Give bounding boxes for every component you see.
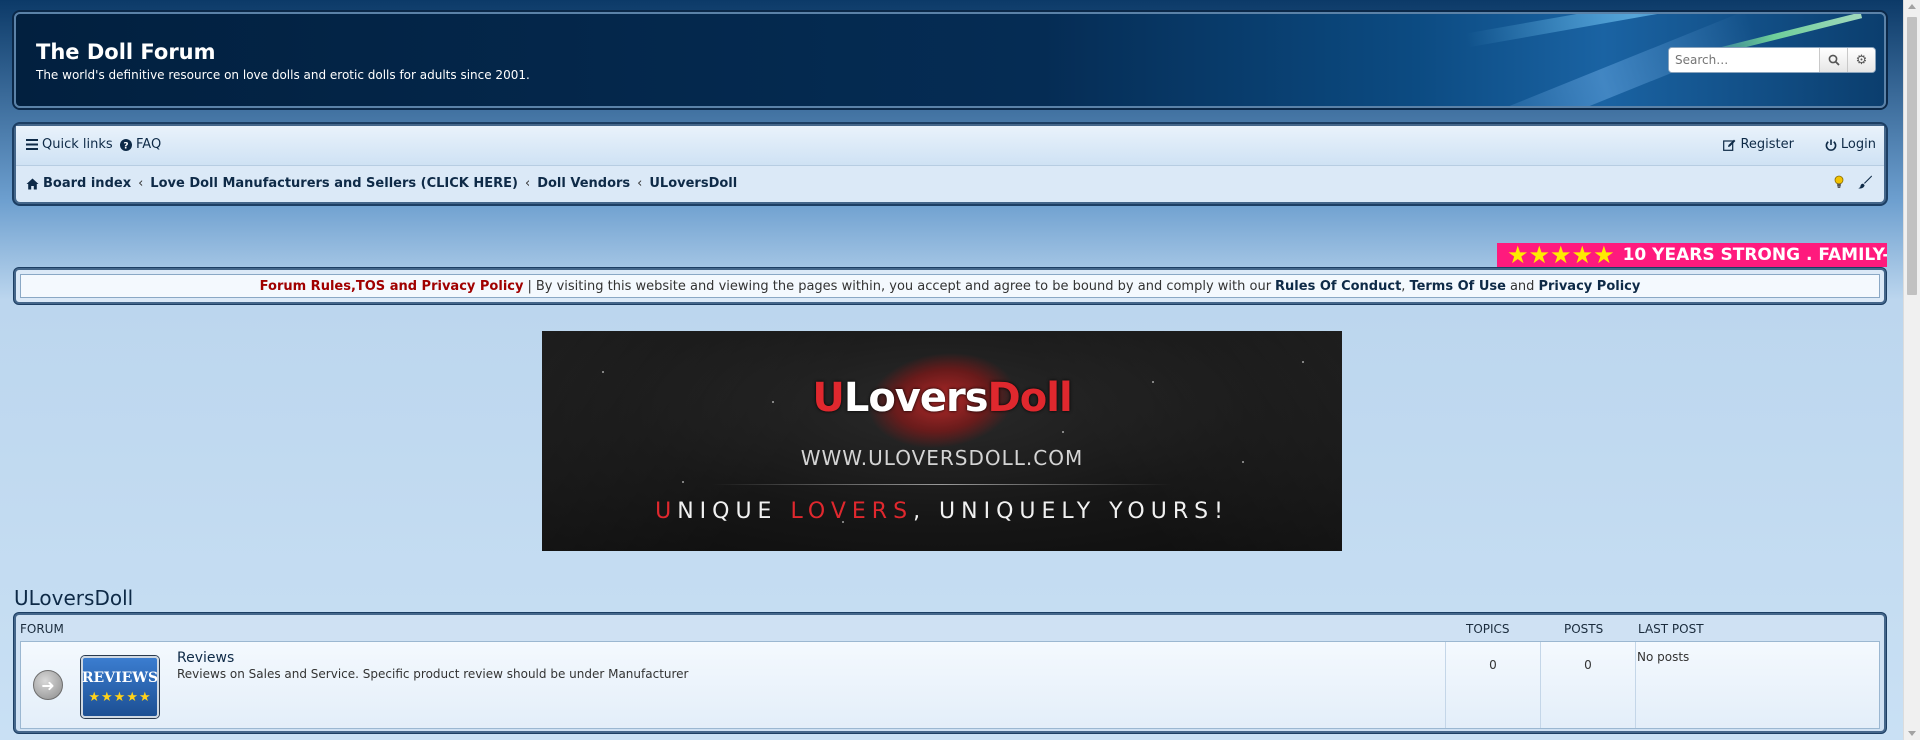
breadcrumb-separator: ‹ <box>637 176 643 191</box>
topics-count: 0 <box>1489 658 1497 672</box>
search-icon <box>1828 54 1840 66</box>
slogan-part: LOVERS <box>790 499 914 524</box>
privacy-policy-link[interactable]: Privacy Policy <box>1538 279 1640 294</box>
gear-icon: ⚙ <box>1855 52 1868 68</box>
site-header: The Doll Forum The world's definitive re… <box>14 12 1886 108</box>
svg-text:?: ? <box>123 141 128 151</box>
last-post-info: No posts <box>1637 650 1690 664</box>
column-divider <box>1445 642 1446 728</box>
rules-comma: , <box>1401 278 1406 294</box>
search-input[interactable] <box>1669 48 1819 72</box>
quick-links-label: Quick links <box>42 137 113 152</box>
style-switch-button[interactable] <box>1858 175 1872 189</box>
login-link[interactable]: Login <box>1825 137 1876 152</box>
brand-part: Doll <box>987 375 1073 421</box>
terms-of-use-link[interactable]: Terms Of Use <box>1409 279 1506 294</box>
header-topics: Topics <box>1466 622 1510 636</box>
rules-notice: Forum Rules,TOS and Privacy Policy | By … <box>14 268 1886 304</box>
faq-link[interactable]: ? FAQ <box>120 137 161 152</box>
lightbulb-icon <box>1834 175 1844 188</box>
banner-divider <box>712 484 1172 485</box>
banner-decoration <box>1062 431 1064 433</box>
login-label: Login <box>1840 137 1876 152</box>
search-box: ⚙ <box>1668 47 1876 73</box>
column-divider <box>1635 642 1636 728</box>
register-label: Register <box>1740 137 1794 152</box>
search-button[interactable] <box>1819 48 1847 72</box>
breadcrumb-row: Board index ‹ Love Doll Manufacturers an… <box>16 166 1884 202</box>
banner-url: WWW.ULOVERSDOLL.COM <box>800 446 1084 470</box>
breadcrumb: Board index ‹ Love Doll Manufacturers an… <box>26 176 737 191</box>
breadcrumb-manufacturers[interactable]: Love Doll Manufacturers and Sellers (CLI… <box>150 176 518 191</box>
power-icon <box>1825 139 1837 151</box>
rules-text: By visiting this website and viewing the… <box>535 278 1272 294</box>
slogan-part: NIQUE <box>677 499 791 524</box>
nav-links-row: Quick links ? FAQ Register Login <box>16 126 1884 166</box>
slogan-part: , UNIQUELY YOURS! <box>913 499 1229 524</box>
marquee-text: 10 YEARS STRONG . FAMILY- <box>1622 245 1887 265</box>
banner-decoration <box>602 371 604 373</box>
banner-decoration <box>682 481 684 483</box>
header-posts: Posts <box>1564 622 1604 636</box>
header-forum: Forum <box>20 622 64 636</box>
faq-label: FAQ <box>136 137 162 152</box>
rules-of-conduct-link[interactable]: Rules Of Conduct <box>1275 279 1401 294</box>
paintbrush-icon <box>1858 175 1872 189</box>
star-rating-icon: ★★★★★ <box>88 689 152 705</box>
banner-slogan: UNIQUE LOVERS, UNIQUELY YOURS! <box>542 499 1342 524</box>
forum-section-title[interactable]: ULoversDoll <box>14 586 133 610</box>
slogan-part: U <box>655 499 678 524</box>
rules-notice-inner: Forum Rules,TOS and Privacy Policy | By … <box>20 274 1880 298</box>
column-divider <box>1540 642 1541 728</box>
question-icon: ? <box>120 138 132 151</box>
rules-divider: | <box>527 278 532 294</box>
scroll-down-icon[interactable] <box>1908 731 1916 736</box>
breadcrumb-separator: ‹ <box>138 176 144 191</box>
banner-brand: ULoversDoll <box>542 375 1342 421</box>
quick-links-menu[interactable]: Quick links <box>26 137 113 152</box>
breadcrumb-board-index[interactable]: Board index <box>43 176 131 191</box>
star-rating-icon: ★★★★★ <box>1507 243 1615 267</box>
site-title[interactable]: The Doll Forum <box>36 40 216 64</box>
breadcrumb-uloversdoll[interactable]: ULoversDoll <box>649 176 737 191</box>
lightbulb-button[interactable] <box>1834 175 1844 189</box>
reviews-image-label: REVIEWS <box>81 669 159 686</box>
reviews-forum-image: REVIEWS ★★★★★ <box>81 656 159 718</box>
forum-description: Reviews on Sales and Service. Specific p… <box>177 667 689 681</box>
forum-rules-link[interactable]: Forum Rules,TOS and Privacy Policy <box>260 279 524 294</box>
navbar: Quick links ? FAQ Register Login Board i… <box>14 124 1886 204</box>
forum-read-status-icon: ➜ <box>33 670 63 700</box>
page-scrollbar[interactable] <box>1903 0 1920 740</box>
hamburger-icon <box>26 139 38 150</box>
scrollbar-thumb[interactable] <box>1907 17 1917 295</box>
table-row[interactable]: ➜ REVIEWS ★★★★★ Reviews Reviews on Sales… <box>20 641 1880 729</box>
header-last-post: Last post <box>1638 622 1704 636</box>
forum-table: Forum Topics Posts Last post ➜ REVIEWS ★… <box>14 613 1886 733</box>
site-description: The world's definitive resource on love … <box>36 68 530 82</box>
announcement-marquee[interactable]: ★★★★★ 10 YEARS STRONG . FAMILY- <box>1497 243 1887 267</box>
vendor-banner[interactable]: ULoversDoll WWW.ULOVERSDOLL.COM UNIQUE L… <box>542 331 1342 551</box>
breadcrumb-separator: ‹ <box>524 176 531 191</box>
posts-count: 0 <box>1584 658 1592 672</box>
edit-icon <box>1723 139 1736 151</box>
forum-table-header: Forum Topics Posts Last post <box>16 615 1884 641</box>
home-icon <box>26 178 39 189</box>
brand-part: U <box>812 375 845 421</box>
forum-name-link[interactable]: Reviews <box>177 650 234 666</box>
advanced-search-button[interactable]: ⚙ <box>1847 48 1875 72</box>
scroll-up-icon[interactable] <box>1908 4 1916 9</box>
breadcrumb-doll-vendors[interactable]: Doll Vendors <box>537 176 630 191</box>
banner-decoration <box>1302 361 1304 363</box>
brand-part: Lovers <box>843 375 989 421</box>
rules-and: and <box>1509 278 1535 294</box>
register-link[interactable]: Register <box>1723 137 1794 152</box>
